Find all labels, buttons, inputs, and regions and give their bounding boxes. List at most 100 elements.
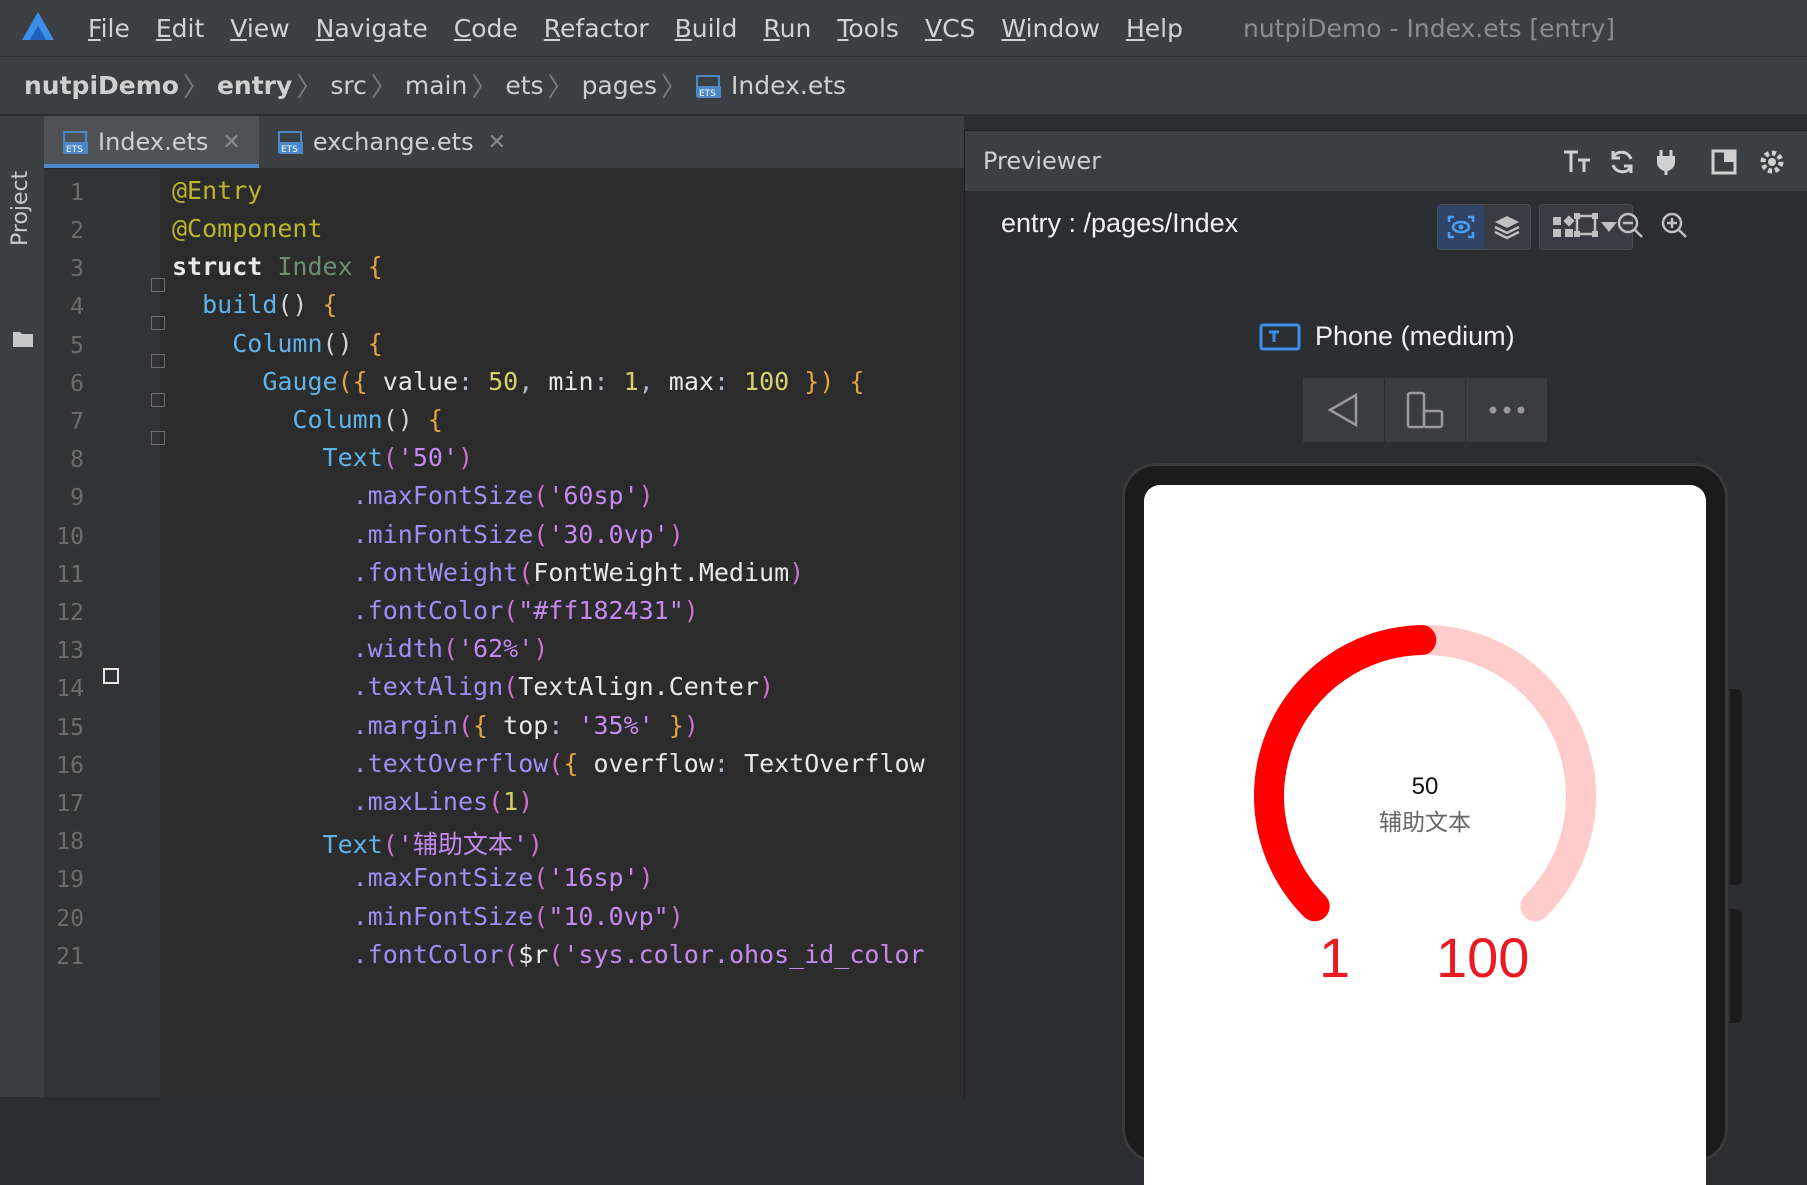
refresh-icon[interactable] (1605, 145, 1639, 179)
code-line: @Entry (172, 176, 263, 205)
folder-icon[interactable] (12, 330, 34, 348)
inspector-toggle-group (1437, 204, 1531, 250)
code-line: @Component (172, 214, 323, 243)
device-name: Phone (medium) (1315, 321, 1515, 351)
line-number: 16 (56, 753, 84, 779)
line-number: 21 (56, 944, 84, 970)
code-line: .width('62%') (352, 634, 549, 663)
device-selector[interactable]: Phone (medium) (1259, 321, 1515, 352)
menu-window[interactable]: Window (1001, 14, 1100, 43)
line-number: 17 (56, 791, 84, 817)
editor-tab-bar: ETS Index.ets ✕ ETS exchange.ets ✕ (44, 116, 964, 169)
gear-icon[interactable] (1755, 145, 1789, 179)
plug-icon[interactable] (1649, 145, 1683, 179)
code-line: .fontColor("#ff182431") (352, 596, 699, 625)
previewer-panel: Previewer entry : /pages/Index Phone (me… (964, 130, 1807, 1185)
code-line: .maxFontSize('60sp') (352, 481, 654, 510)
line-number: 8 (70, 447, 84, 473)
tool-window-strip: Project (0, 116, 45, 1097)
back-icon[interactable] (1303, 378, 1385, 442)
tab-exchange-ets[interactable]: ETS exchange.ets ✕ (259, 116, 524, 168)
tab-index-ets[interactable]: ETS Index.ets ✕ (44, 116, 259, 168)
breadcrumb-item[interactable]: ets (505, 71, 543, 100)
line-number: 20 (56, 906, 84, 932)
breadcrumb-item[interactable]: Index.ets (731, 71, 846, 100)
bookmark-icon[interactable] (103, 668, 119, 684)
menu-file[interactable]: File (88, 14, 130, 43)
inspect-icon[interactable] (1438, 205, 1484, 249)
breadcrumb-item[interactable]: pages (582, 71, 657, 100)
menu-view[interactable]: View (230, 14, 289, 43)
layout-icon[interactable] (1707, 145, 1741, 179)
fold-marker-icon[interactable] (151, 316, 165, 330)
breadcrumb-separator: 〉 (547, 73, 574, 103)
menu-tools[interactable]: Tools (837, 14, 899, 43)
window-title: nutpiDemo - Index.ets [entry] (1242, 13, 1616, 43)
layers-icon[interactable] (1484, 205, 1530, 249)
menu-run[interactable]: Run (763, 14, 811, 43)
menu-code[interactable]: Code (454, 14, 518, 43)
code-line: Column() { (232, 329, 383, 358)
more-icon[interactable] (1466, 378, 1547, 442)
code-line: build() { (202, 290, 338, 319)
breadcrumb-separator: 〉 (296, 73, 323, 103)
code-line: .margin({ top: '35%' }) (352, 711, 699, 740)
gauge-value-text: 50 (1411, 773, 1439, 800)
svg-text:ETS: ETS (66, 145, 83, 155)
code-line: Text('50') (322, 443, 474, 472)
line-number: 4 (70, 294, 84, 320)
menu-bar: File Edit View Navigate Code Refactor Bu… (0, 0, 1807, 57)
phone-side-button (1730, 689, 1742, 885)
gauge-min-label: 1 (1319, 926, 1351, 989)
menu-help[interactable]: Help (1126, 14, 1183, 43)
deveco-logo-icon (22, 12, 54, 40)
breadcrumb-separator: 〉 (661, 73, 688, 103)
tab-label: Index.ets (98, 128, 209, 156)
fold-marker-icon[interactable] (151, 278, 165, 292)
breadcrumb-item[interactable]: src (330, 71, 367, 100)
close-icon[interactable]: ✕ (488, 130, 506, 155)
gauge-max-label: 100 (1436, 926, 1530, 989)
line-number: 3 (70, 256, 84, 282)
zoom-out-icon[interactable] (1613, 208, 1647, 242)
svg-text:ETS: ETS (281, 145, 298, 155)
code-line: .textAlign(TextAlign.Center) (352, 672, 775, 701)
code-line: .fontWeight(FontWeight.Medium) (352, 558, 805, 587)
line-number: 15 (56, 715, 84, 741)
fold-marker-icon[interactable] (151, 393, 165, 407)
line-number: 19 (56, 867, 84, 893)
line-number: 5 (70, 333, 84, 359)
line-number: 11 (56, 562, 84, 588)
phone-frame: 50 辅助文本 1 100 (1122, 463, 1742, 1185)
code-line: struct Index { (172, 252, 383, 281)
breadcrumb: nutpiDemo 〉 entry 〉 src 〉 main 〉 ets 〉 pages 〉… (0, 57, 1807, 115)
fold-marker-icon[interactable] (151, 431, 165, 445)
ets-file-icon: ETS (277, 128, 305, 156)
breadcrumb-item[interactable]: entry (217, 71, 292, 100)
gauge-auxiliary-text: 辅助文本 (1379, 810, 1471, 836)
previewer-header: Previewer (965, 131, 1807, 192)
breadcrumb-separator: 〉 (471, 73, 498, 103)
code-line: .maxLines(1) (352, 787, 534, 816)
menu-build[interactable]: Build (675, 14, 738, 43)
fold-marker-icon[interactable] (151, 354, 165, 368)
breadcrumb-item[interactable]: main (405, 71, 467, 100)
line-number: 9 (70, 485, 84, 511)
breadcrumb-item[interactable]: nutpiDemo (24, 71, 179, 100)
rotate-device-icon[interactable] (1385, 378, 1467, 442)
menu-vcs[interactable]: VCS (925, 14, 975, 43)
menu-refactor[interactable]: Refactor (544, 14, 649, 43)
close-icon[interactable]: ✕ (222, 130, 240, 155)
phone-side-button (1730, 909, 1742, 1023)
menu-navigate[interactable]: Navigate (316, 14, 428, 43)
code-line: Column() { (292, 405, 443, 434)
code-line: .minFontSize("10.0vp") (352, 902, 684, 931)
line-number: 2 (70, 218, 84, 244)
fit-screen-icon[interactable] (1569, 208, 1603, 242)
project-tool-button[interactable]: Project (8, 171, 33, 246)
phone-screen[interactable]: 50 辅助文本 1 100 (1144, 485, 1706, 1185)
zoom-in-icon[interactable] (1657, 208, 1691, 242)
menu-edit[interactable]: Edit (156, 14, 204, 43)
font-size-icon[interactable] (1561, 145, 1595, 179)
breadcrumb-separator: 〉 (182, 73, 209, 103)
